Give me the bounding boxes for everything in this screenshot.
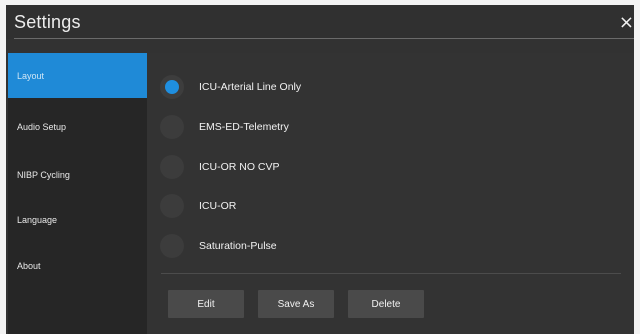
layout-option-label: ICU-OR NO CVP xyxy=(199,161,280,173)
window-title: Settings xyxy=(14,12,81,32)
layout-option-ems-ed-telemetry[interactable]: EMS-ED-Telemetry xyxy=(160,114,460,140)
radio-button[interactable] xyxy=(160,115,184,139)
radio-button[interactable] xyxy=(160,155,184,179)
radio-button[interactable] xyxy=(160,194,184,218)
layout-panel: ICU-Arterial Line Only EMS-ED-Telemetry … xyxy=(147,53,634,334)
settings-window: Settings × Layout Audio Setup NIBP Cycli… xyxy=(0,0,640,334)
sidebar-item-label: About xyxy=(17,260,41,271)
header-divider xyxy=(14,38,634,39)
delete-button[interactable]: Delete xyxy=(348,290,424,318)
layout-option-label: ICU-Arterial Line Only xyxy=(199,81,302,93)
sidebar-item-label: Language xyxy=(17,214,58,225)
edit-button[interactable]: Edit xyxy=(168,290,244,318)
sidebar-item-label: NIBP Cycling xyxy=(17,169,70,180)
save-as-button[interactable]: Save As xyxy=(258,290,334,318)
layout-option-label: ICU-OR xyxy=(199,200,237,212)
layout-option-icu-or[interactable]: ICU-OR xyxy=(160,193,460,219)
sidebar-item-audio-setup[interactable]: Audio Setup xyxy=(8,104,147,149)
close-icon[interactable]: × xyxy=(619,12,634,33)
sidebar-item-label: Layout xyxy=(17,70,45,81)
window-header: Settings × xyxy=(6,5,634,39)
layout-option-icu-arterial-line-only[interactable]: ICU-Arterial Line Only xyxy=(160,74,460,100)
sidebar-item-nibp-cycling[interactable]: NIBP Cycling xyxy=(8,152,147,197)
sidebar-item-about[interactable]: About xyxy=(8,243,147,288)
layout-option-label: Saturation-Pulse xyxy=(199,240,277,252)
settings-sidebar: Layout Audio Setup NIBP Cycling Language… xyxy=(8,53,147,334)
radio-button[interactable] xyxy=(160,234,184,258)
layout-option-icu-or-no-cvp[interactable]: ICU-OR NO CVP xyxy=(160,154,460,180)
radio-button-selected[interactable] xyxy=(160,75,184,99)
actions-divider xyxy=(161,273,621,274)
layout-option-label: EMS-ED-Telemetry xyxy=(199,121,289,133)
sidebar-item-layout[interactable]: Layout xyxy=(8,53,147,98)
layout-option-saturation-pulse[interactable]: Saturation-Pulse xyxy=(160,233,460,259)
sidebar-item-language[interactable]: Language xyxy=(8,197,147,242)
sidebar-item-label: Audio Setup xyxy=(17,121,67,132)
